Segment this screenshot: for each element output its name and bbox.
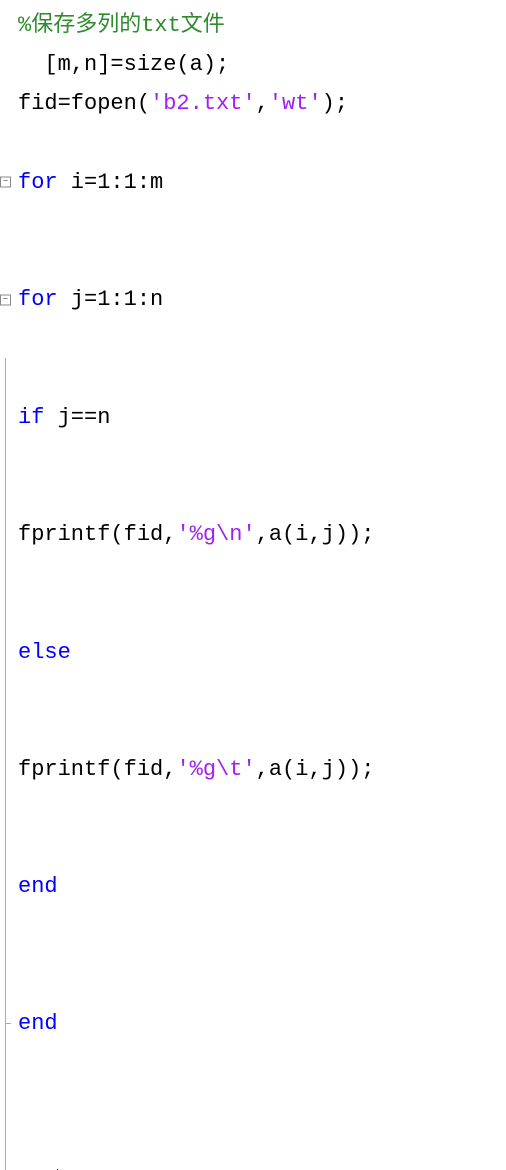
code-content: fprintf(fid,'%g\n',a(i,j)); (18, 515, 506, 554)
text: fid=fopen( (18, 91, 150, 116)
code-line[interactable]: − for j=1:1:n (0, 241, 506, 358)
text: ,a(i,j)); (256, 522, 375, 547)
code-content: for i=1:1:m (18, 163, 506, 202)
code-content: fid=fopen('b2.txt','wt'); (18, 84, 506, 123)
keyword: end (18, 1011, 58, 1036)
gutter (0, 476, 18, 593)
code-content: if j==n (18, 398, 506, 437)
code-line[interactable]: fid=fopen('b2.txt','wt'); (0, 84, 506, 123)
code-line[interactable]: end (0, 1102, 506, 1170)
fold-guide (5, 711, 6, 828)
gutter (0, 711, 18, 828)
fold-guide (5, 476, 6, 593)
code-line[interactable]: fprintf(fid,'%g\n',a(i,j)); (0, 476, 506, 593)
gutter: − (0, 123, 18, 240)
code-content: fprintf(fid,'%g\t',a(i,j)); (18, 750, 506, 789)
comment-text: %保存多列的txt文件 (18, 13, 225, 38)
text: fprintf(fid, (18, 757, 176, 782)
fold-guide (5, 1102, 6, 1170)
code-content: [m,n]=size(a); (18, 45, 506, 84)
fold-guide (5, 946, 6, 1103)
string-literal: '%g\n' (176, 522, 255, 547)
code-line[interactable]: else (0, 593, 506, 710)
gutter (0, 593, 18, 710)
text: ); (322, 91, 348, 116)
keyword: end (18, 1168, 58, 1170)
code-content: end (18, 867, 506, 906)
code-line[interactable]: − for i=1:1:m (0, 123, 506, 240)
text: ,a(i,j)); (256, 757, 375, 782)
gutter (0, 828, 18, 945)
fold-collapse-icon[interactable]: − (0, 294, 11, 305)
code-line[interactable]: %保存多列的txt文件 (0, 6, 506, 45)
code-content: end (18, 1161, 506, 1170)
gutter (0, 1102, 18, 1170)
code-content: for j=1:1:n (18, 280, 506, 319)
code-line[interactable]: fprintf(fid,'%g\t',a(i,j)); (0, 711, 506, 828)
fold-collapse-icon[interactable]: − (0, 177, 11, 188)
string-literal: '%g\t' (176, 757, 255, 782)
code-line[interactable]: [m,n]=size(a); (0, 45, 506, 84)
code-line[interactable]: end (0, 828, 506, 945)
code-content: else (18, 633, 506, 672)
code-editor[interactable]: %保存多列的txt文件 [m,n]=size(a); fid=fopen('b2… (0, 6, 506, 1170)
gutter (0, 358, 18, 475)
string-literal: 'b2.txt' (150, 91, 256, 116)
text-cursor (57, 1169, 58, 1170)
fold-guide (5, 593, 6, 710)
text: , (256, 91, 269, 116)
fold-end (5, 1023, 11, 1024)
keyword: end (18, 874, 58, 899)
keyword: else (18, 640, 71, 665)
code-content: end (18, 1004, 506, 1043)
gutter: − (0, 241, 18, 358)
code-line[interactable]: end (0, 946, 506, 1103)
fold-guide (5, 358, 6, 475)
gutter (0, 946, 18, 1103)
code-content: %保存多列的txt文件 (18, 6, 506, 45)
string-literal: 'wt' (269, 91, 322, 116)
fold-guide (5, 828, 6, 945)
code-line[interactable]: if j==n (0, 358, 506, 475)
